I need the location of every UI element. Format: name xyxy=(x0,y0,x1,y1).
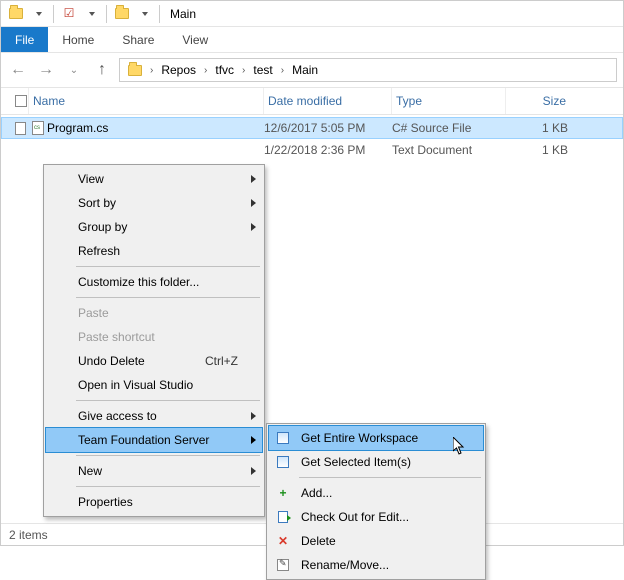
qat-dropdown-icon[interactable] xyxy=(82,5,100,23)
rename-icon xyxy=(275,557,291,573)
file-row[interactable]: 1/22/2018 2:36 PM Text Document 1 KB xyxy=(1,139,623,161)
menu-rename-move[interactable]: Rename/Move... xyxy=(269,553,483,577)
tab-share[interactable]: Share xyxy=(108,29,168,51)
menu-separator xyxy=(299,477,481,478)
menu-separator xyxy=(76,455,260,456)
file-tab[interactable]: File xyxy=(1,27,48,52)
menu-open-in-vs[interactable]: Open in Visual Studio xyxy=(46,373,262,397)
chevron-right-icon[interactable]: › xyxy=(202,65,209,76)
titlebar: ☑ Main xyxy=(1,1,623,27)
menu-separator xyxy=(76,400,260,401)
chevron-right-icon xyxy=(251,199,256,207)
delete-icon: ✕ xyxy=(275,533,291,549)
tfs-submenu: Get Entire Workspace Get Selected Item(s… xyxy=(266,423,486,580)
chevron-right-icon xyxy=(251,467,256,475)
chevron-right-icon xyxy=(251,412,256,420)
qat-dropdown-icon[interactable] xyxy=(135,5,153,23)
back-button[interactable]: ← xyxy=(7,59,29,81)
file-modified: 1/22/2018 2:36 PM xyxy=(264,143,392,157)
menu-separator xyxy=(76,266,260,267)
qat-dropdown-icon[interactable] xyxy=(29,5,47,23)
column-modified[interactable]: Date modified xyxy=(264,88,392,114)
column-name[interactable]: Name xyxy=(29,88,264,114)
chevron-right-icon[interactable]: › xyxy=(279,65,286,76)
shortcut-label: Ctrl+Z xyxy=(205,354,238,368)
file-row[interactable]: Program.cs 12/6/2017 5:05 PM C# Source F… xyxy=(1,117,623,139)
breadcrumb-item[interactable]: Main xyxy=(288,63,322,77)
breadcrumb-item[interactable]: test xyxy=(249,63,276,77)
chevron-right-icon xyxy=(251,436,256,444)
menu-view[interactable]: View xyxy=(46,167,262,191)
menu-group-by[interactable]: Group by xyxy=(46,215,262,239)
menu-separator xyxy=(76,486,260,487)
menu-check-out-for-edit[interactable]: Check Out for Edit... xyxy=(269,505,483,529)
file-type: Text Document xyxy=(392,143,506,157)
csharp-file-icon xyxy=(29,121,47,135)
chevron-right-icon xyxy=(251,223,256,231)
window-title: Main xyxy=(170,7,196,21)
chevron-right-icon xyxy=(251,175,256,183)
breadcrumb-item[interactable]: tfvc xyxy=(211,63,238,77)
menu-give-access-to[interactable]: Give access to xyxy=(46,404,262,428)
status-text: 2 items xyxy=(9,528,48,542)
ribbon-tabs: File Home Share View xyxy=(1,27,623,52)
menu-refresh[interactable]: Refresh xyxy=(46,239,262,263)
menu-get-entire-workspace[interactable]: Get Entire Workspace xyxy=(269,426,483,450)
tab-view[interactable]: View xyxy=(168,29,222,51)
folder-icon xyxy=(113,5,131,23)
menu-add[interactable]: + Add... xyxy=(269,481,483,505)
menu-separator xyxy=(76,297,260,298)
menu-get-selected-items[interactable]: Get Selected Item(s) xyxy=(269,450,483,474)
history-dropdown[interactable]: ⌄ xyxy=(63,59,85,81)
address-bar[interactable]: › Repos › tfvc › test › Main xyxy=(119,58,617,82)
folder-icon xyxy=(126,61,144,79)
column-type[interactable]: Type xyxy=(392,88,506,114)
workspace-icon xyxy=(275,430,291,446)
menu-customize-folder[interactable]: Customize this folder... xyxy=(46,270,262,294)
up-button[interactable]: ↑ xyxy=(91,59,113,81)
file-name: Program.cs xyxy=(47,121,264,135)
menu-paste-shortcut: Paste shortcut xyxy=(46,325,262,349)
breadcrumb-item[interactable]: Repos xyxy=(157,63,200,77)
forward-button[interactable]: → xyxy=(35,59,57,81)
checkout-icon xyxy=(275,509,291,525)
file-size: 1 KB xyxy=(506,121,576,135)
chevron-right-icon[interactable]: › xyxy=(240,65,247,76)
menu-sort-by[interactable]: Sort by xyxy=(46,191,262,215)
menu-new[interactable]: New xyxy=(46,459,262,483)
column-headers: Name Date modified Type Size xyxy=(1,88,623,115)
menu-paste: Paste xyxy=(46,301,262,325)
nav-bar: ← → ⌄ ↑ › Repos › tfvc › test › Main xyxy=(1,52,623,88)
folder-icon xyxy=(7,5,25,23)
row-checkbox[interactable] xyxy=(11,119,29,138)
column-size[interactable]: Size xyxy=(506,88,576,114)
file-size: 1 KB xyxy=(506,143,576,157)
menu-undo-delete[interactable]: Undo DeleteCtrl+Z xyxy=(46,349,262,373)
tab-home[interactable]: Home xyxy=(48,29,108,51)
context-menu: View Sort by Group by Refresh Customize … xyxy=(43,164,265,517)
file-list: Program.cs 12/6/2017 5:05 PM C# Source F… xyxy=(1,115,623,161)
chevron-right-icon[interactable]: › xyxy=(148,65,155,76)
workspace-icon xyxy=(275,454,291,470)
qat-properties-icon[interactable]: ☑ xyxy=(60,5,78,23)
file-modified: 12/6/2017 5:05 PM xyxy=(264,121,392,135)
menu-properties[interactable]: Properties xyxy=(46,490,262,514)
plus-icon: + xyxy=(275,485,291,501)
menu-delete[interactable]: ✕ Delete xyxy=(269,529,483,553)
menu-team-foundation-server[interactable]: Team Foundation Server xyxy=(46,428,262,452)
select-all-checkbox[interactable] xyxy=(11,88,29,114)
file-type: C# Source File xyxy=(392,121,506,135)
